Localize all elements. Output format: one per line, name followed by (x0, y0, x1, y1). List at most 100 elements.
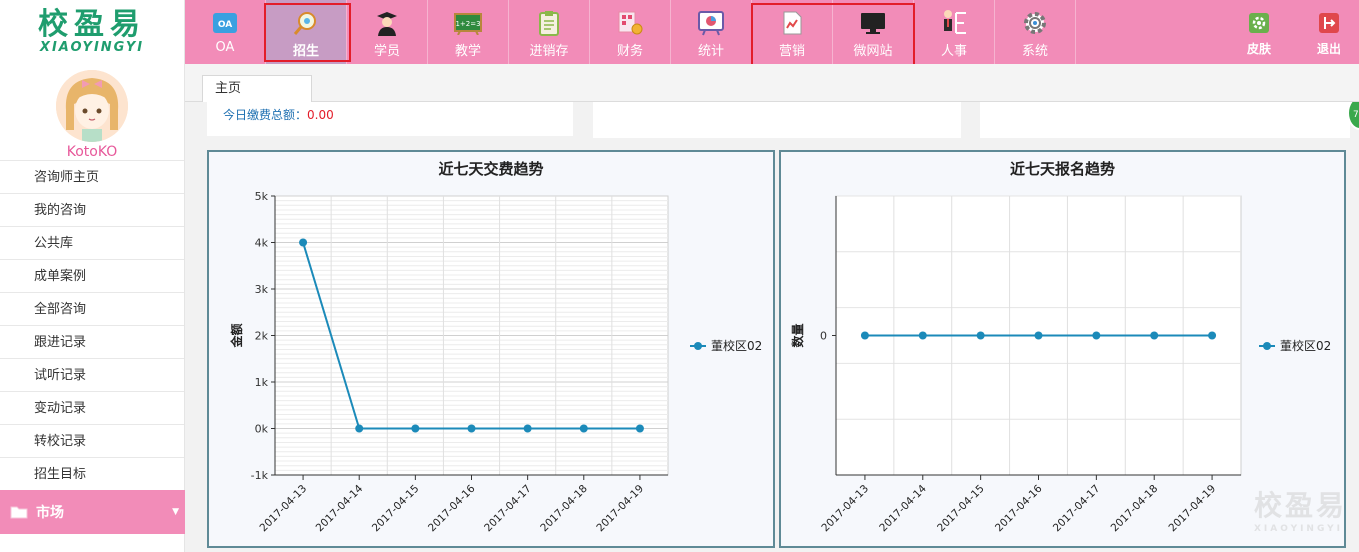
sidebar-item-my-consults[interactable]: 我的咨询 (0, 193, 184, 226)
nav-microsite[interactable]: 微网站 (833, 0, 914, 64)
nav-marketing[interactable]: 营销 (752, 0, 833, 64)
x-tick-label: 2017-04-16 (426, 482, 478, 534)
nav-hr[interactable]: 人事 (914, 0, 995, 64)
data-point (1150, 331, 1159, 340)
sidebar-item-transfer-records[interactable]: 转校记录 (0, 424, 184, 457)
svg-text:1+2=3: 1+2=3 (455, 20, 480, 28)
nav-finance[interactable]: 财务 (590, 0, 671, 64)
nav-inventory[interactable]: 进销存 (509, 0, 590, 64)
statistics-board-icon (697, 9, 725, 37)
user-profile: KotoKO (0, 64, 184, 160)
sidebar-item-followup-records[interactable]: 跟进记录 (0, 325, 184, 358)
summary-line: 今日缴费总额：0.00 (223, 106, 334, 123)
x-tick-label: 2017-04-13 (819, 483, 871, 535)
avatar[interactable] (56, 70, 128, 142)
data-point (467, 424, 476, 433)
svg-text:OA: OA (218, 20, 232, 30)
oa-icon: OA (211, 9, 239, 37)
x-tick-label: 2017-04-14 (314, 482, 366, 534)
data-point (299, 238, 308, 247)
nav-label: 统计 (697, 44, 724, 59)
x-tick-label: 2017-04-19 (1167, 483, 1219, 535)
data-point (579, 424, 588, 433)
logout-label: 退出 (1316, 42, 1341, 56)
data-point (860, 331, 869, 340)
x-tick-label: 2017-04-18 (538, 483, 590, 535)
search-magnifier-icon (292, 9, 320, 37)
sidebar-item-trial-records[interactable]: 试听记录 (0, 358, 184, 391)
nav-label: 招生 (292, 44, 319, 59)
marketing-doc-icon (778, 9, 806, 37)
sidebar-item-change-records[interactable]: 变动记录 (0, 391, 184, 424)
summary-card-2 (593, 102, 961, 138)
x-tick-label: 2017-04-15 (935, 483, 987, 535)
y-tick-label: 5k (255, 190, 269, 203)
x-tick-label: 2017-04-17 (1051, 483, 1103, 535)
x-tick-label: 2017-04-17 (482, 483, 534, 535)
logout-icon (1315, 9, 1343, 37)
x-tick-label: 2017-04-15 (370, 483, 422, 535)
brand-name-en: XIAOYINGYI (39, 39, 145, 55)
x-tick-label: 2017-04-18 (1109, 483, 1161, 535)
sidebar-item-all-consults[interactable]: 全部咨询 (0, 292, 184, 325)
y-tick-label: 1k (255, 376, 269, 389)
nav-label: 微网站 (853, 44, 893, 59)
skin-button[interactable]: 皮肤 (1229, 0, 1289, 64)
username: KotoKO (66, 144, 118, 160)
logout-button[interactable]: 退出 (1299, 0, 1359, 64)
nav-label: 系统 (1021, 44, 1048, 59)
payment-trend-chart: -1k0k1k2k3k4k5k金额2017-04-13 2017-04-14 201… (229, 190, 762, 535)
chart-panel-payment: 近七天交费趋势 -1k 0k 1k 2k 3k 4k 5k 金额 2017-04-13 2017-… (207, 150, 775, 548)
nav-statistics[interactable]: 统计 (671, 0, 752, 64)
nav-teaching[interactable]: 1+2=3 教学 (428, 0, 509, 64)
data-point (523, 424, 532, 433)
x-tick-label: 2017-04-14 (877, 482, 929, 534)
summary-label: 今日缴费总额： (223, 108, 308, 122)
data-point (355, 424, 364, 433)
y-tick-label: 0k (255, 423, 269, 436)
sidebar-item-enrollment-goal[interactable]: 招生目标 (0, 457, 184, 490)
top-nav: OA OA 招生 学员 1+2=3 教学 进销存 财务 统计 营销 微网站 人事… (185, 0, 1359, 64)
y-axis-label: 金额 (229, 323, 244, 348)
legend-label: 董校区02 (711, 338, 762, 353)
nav-label: 进销存 (529, 44, 569, 59)
skin-gear-icon (1245, 9, 1273, 37)
x-tick-label: 2017-04-16 (993, 482, 1045, 534)
legend-label: 董校区02 (1280, 338, 1331, 353)
data-point (411, 424, 420, 433)
sidebar-item-counselor-home[interactable]: 咨询师主页 (0, 160, 184, 193)
legend-marker (694, 342, 702, 350)
summary-card-3 (980, 102, 1350, 138)
blackboard-icon: 1+2=3 (454, 9, 482, 37)
tab-home[interactable]: 主页 (202, 75, 312, 103)
data-point (1208, 331, 1217, 340)
summary-card: 今日缴费总额：0.00 (207, 102, 573, 136)
y-axis-label: 数量 (790, 323, 805, 347)
main-content: 今日缴费总额：0.00 近七天交费趋势 -1k 0k 1k 2k 3k 4k 5k 金额 201… (185, 102, 1359, 552)
y-tick-label: 4k (255, 237, 269, 250)
sidebar: 校盈易 XIAOYINGYI KotoKO 咨询师主页 我的咨询 公共库 成单案… (0, 0, 185, 552)
clipboard-icon (535, 9, 563, 37)
tab-bar: 主页 (185, 64, 1359, 103)
summary-value: 0.00 (307, 108, 334, 122)
gear-icon (1021, 9, 1049, 37)
sidebar-group-market[interactable]: 市场 ▼ (0, 490, 185, 534)
data-point (1092, 331, 1101, 340)
sidebar-item-public-pool[interactable]: 公共库 (0, 226, 184, 259)
app-root: 校盈易 XIAOYINGYI KotoKO 咨询师主页 我的咨询 公共库 成单案… (0, 0, 1359, 552)
folder-icon (10, 506, 28, 519)
graduate-icon (373, 9, 401, 37)
sidebar-item-closed-cases[interactable]: 成单案例 (0, 259, 184, 292)
skin-label: 皮肤 (1246, 42, 1271, 56)
nav-students[interactable]: 学员 (347, 0, 428, 64)
data-point (635, 424, 644, 433)
nav-system[interactable]: 系统 (995, 0, 1076, 64)
monitor-icon (859, 9, 887, 37)
nav-label: 营销 (778, 44, 805, 59)
nav-oa[interactable]: OA OA (185, 0, 266, 64)
brand-logo[interactable]: 校盈易 XIAOYINGYI (0, 0, 184, 64)
nav-label: 财务 (616, 44, 643, 59)
sidebar-group-label: 市场 (36, 505, 64, 521)
watermark-logo: 校盈易 XIAOYINGYI (1253, 489, 1347, 534)
nav-enrollment[interactable]: 招生 (266, 0, 347, 64)
